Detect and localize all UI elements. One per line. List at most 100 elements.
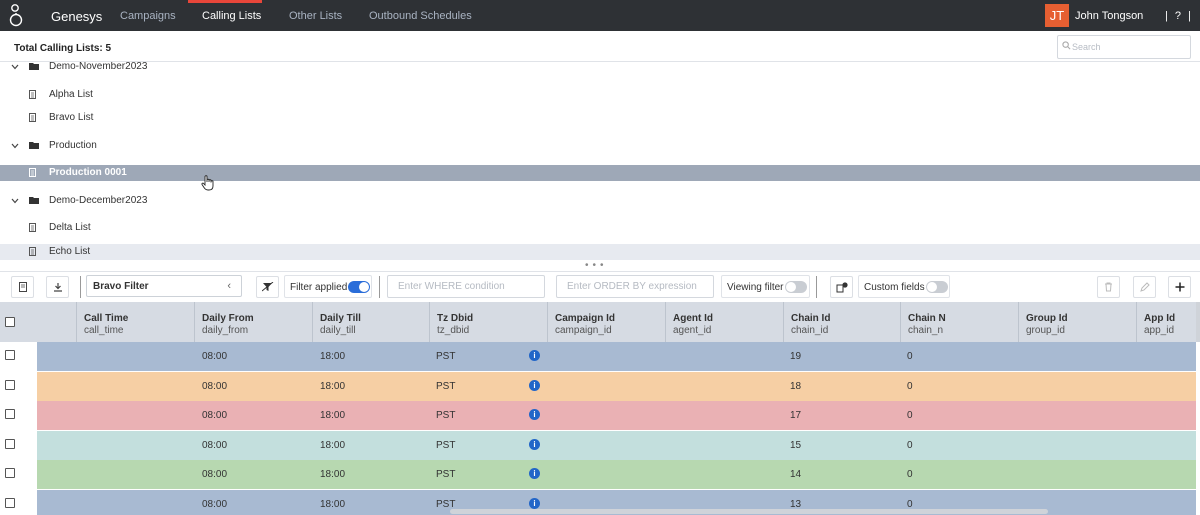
viewing-filter-toggle[interactable] [785,281,807,293]
row-checkbox[interactable] [5,468,15,478]
custom-fields-info-button[interactable] [830,276,853,298]
table-row[interactable]: 08:00 18:00 PST 14 0 i [37,460,1196,489]
info-icon[interactable]: i [529,438,540,450]
column-header-tz-dbid[interactable]: Tz Dbid tz_dbid [429,302,547,342]
table-row[interactable]: 08:00 18:00 PST 15 0 i [37,430,1196,460]
info-icon[interactable]: i [529,379,540,391]
panel-splitter[interactable]: ••• [0,260,1200,272]
list-details-button[interactable] [11,276,34,298]
row-checkbox[interactable] [5,350,15,360]
list-document-icon [29,90,36,99]
active-tab-indicator [188,0,262,3]
column-header-chain-id[interactable]: Chain Id chain_id [783,302,901,342]
search-icon [1062,41,1071,50]
column-field: call_time [84,325,124,336]
table-row[interactable]: 08:00 18:00 PST 18 0 i [37,371,1196,401]
column-header-app-id[interactable]: App Id app_id [1136,302,1196,342]
column-title: Chain Id [791,313,831,324]
filter-applied-toggle-group[interactable]: Filter applied [284,275,372,298]
vertical-scrollbar[interactable] [1196,302,1200,342]
avatar[interactable]: JT [1045,4,1069,27]
user-name[interactable]: John Tongson [1075,10,1143,22]
order-by-input[interactable] [556,275,714,298]
drag-handle-icon[interactable]: ••• [585,260,608,271]
column-title: Call Time [84,313,129,324]
table-row[interactable]: 08:00 18:00 PST 17 0 i [37,401,1196,430]
filter-applied-toggle[interactable] [348,281,370,293]
info-icon[interactable]: i [529,409,540,420]
horizontal-scrollbar[interactable] [450,509,1048,514]
tab-campaigns[interactable]: Campaigns [120,10,176,22]
trash-icon [1105,282,1112,292]
tab-other-lists[interactable]: Other Lists [289,10,342,22]
row-checkbox[interactable] [5,438,15,449]
help-menu[interactable]: | ? | [1165,10,1193,22]
delete-button[interactable] [1097,276,1120,298]
tree-item-production-0001[interactable]: Production 0001 [0,165,1200,181]
column-header-group-id[interactable]: Group Id group_id [1018,302,1136,342]
search-input[interactable] [1072,39,1187,55]
column-field: chain_n [908,325,944,336]
column-header-call-time[interactable]: Call Time call_time [76,302,194,342]
column-title: Campaign Id [555,313,616,324]
cell-chain-n: 0 [907,351,913,362]
select-all-checkbox[interactable] [5,317,15,327]
cell-daily-till: 18:00 [320,351,346,362]
column-field: daily_till [320,325,356,336]
tab-outbound-schedules[interactable]: Outbound Schedules [369,10,472,22]
tree-item-label: Production 0001 [49,167,127,178]
custom-fields-toggle[interactable] [926,281,948,293]
cell-tz-dbid: PST [436,410,456,421]
chevron-left-icon[interactable]: ‹ [227,280,231,292]
info-icon[interactable]: i [529,497,540,509]
column-title: Chain N [908,313,946,324]
column-header-campaign-id[interactable]: Campaign Id campaign_id [547,302,665,342]
hand-cursor-icon [201,175,214,191]
viewing-filter-toggle-group[interactable]: Viewing filter [721,275,810,298]
where-condition-input[interactable] [387,275,545,298]
chevron-down-icon[interactable] [11,64,19,70]
table-row[interactable]: 08:00 18:00 PST 19 0 i [37,342,1196,371]
row-checkbox[interactable] [5,409,15,419]
cell-chain-n: 0 [907,439,913,451]
tree-item-alpha-list[interactable]: Alpha List [0,87,1200,103]
cell-daily-till: 18:00 [320,439,346,451]
pencil-icon [1139,282,1150,292]
list-document-icon [29,168,36,177]
tree-folder-demo-november[interactable]: Demo-November2023 [0,62,1200,75]
chevron-down-icon[interactable] [11,198,19,204]
tree-item-echo-list[interactable]: Echo List [0,244,1200,260]
search-box[interactable] [1057,35,1191,59]
cell-chain-id: 15 [790,439,802,451]
info-icon[interactable]: i [529,468,540,479]
tree-folder-production[interactable]: Production [0,138,1200,154]
column-header-daily-from[interactable]: Daily From daily_from [194,302,312,342]
download-icon [53,283,62,292]
filter-off-icon [261,281,273,292]
toolbar-divider [816,276,817,298]
row-checkbox[interactable] [5,379,15,390]
column-header-agent-id[interactable]: Agent Id agent_id [665,302,783,342]
toolbar-divider [80,276,81,298]
tree-item-bravo-list[interactable]: Bravo List [0,110,1200,126]
add-button[interactable] [1168,276,1191,298]
folder-icon [29,142,39,149]
download-button[interactable] [46,276,69,298]
clear-filter-button[interactable] [256,276,279,298]
column-header-chain-n[interactable]: Chain Nchain_n [900,302,1018,342]
tab-calling-lists[interactable]: Calling Lists [202,10,261,22]
cell-chain-n: 0 [907,380,913,392]
row-checkbox[interactable] [5,497,15,508]
filter-select[interactable]: Bravo Filter ‹ [86,275,242,297]
cell-chain-n: 0 [907,410,913,421]
custom-fields-toggle-group[interactable]: Custom fields [858,275,950,298]
column-header-daily-till[interactable]: Daily Till daily_till [312,302,430,342]
chevron-down-icon[interactable] [11,143,19,149]
cell-chain-id: 13 [790,498,802,510]
cell-daily-till: 18:00 [320,410,346,421]
toolbar-divider [379,276,380,298]
edit-button[interactable] [1133,276,1156,298]
info-icon[interactable]: i [529,350,540,361]
tree-folder-demo-december[interactable]: Demo-December2023 [0,193,1200,209]
tree-item-delta-list[interactable]: Delta List [0,220,1200,236]
